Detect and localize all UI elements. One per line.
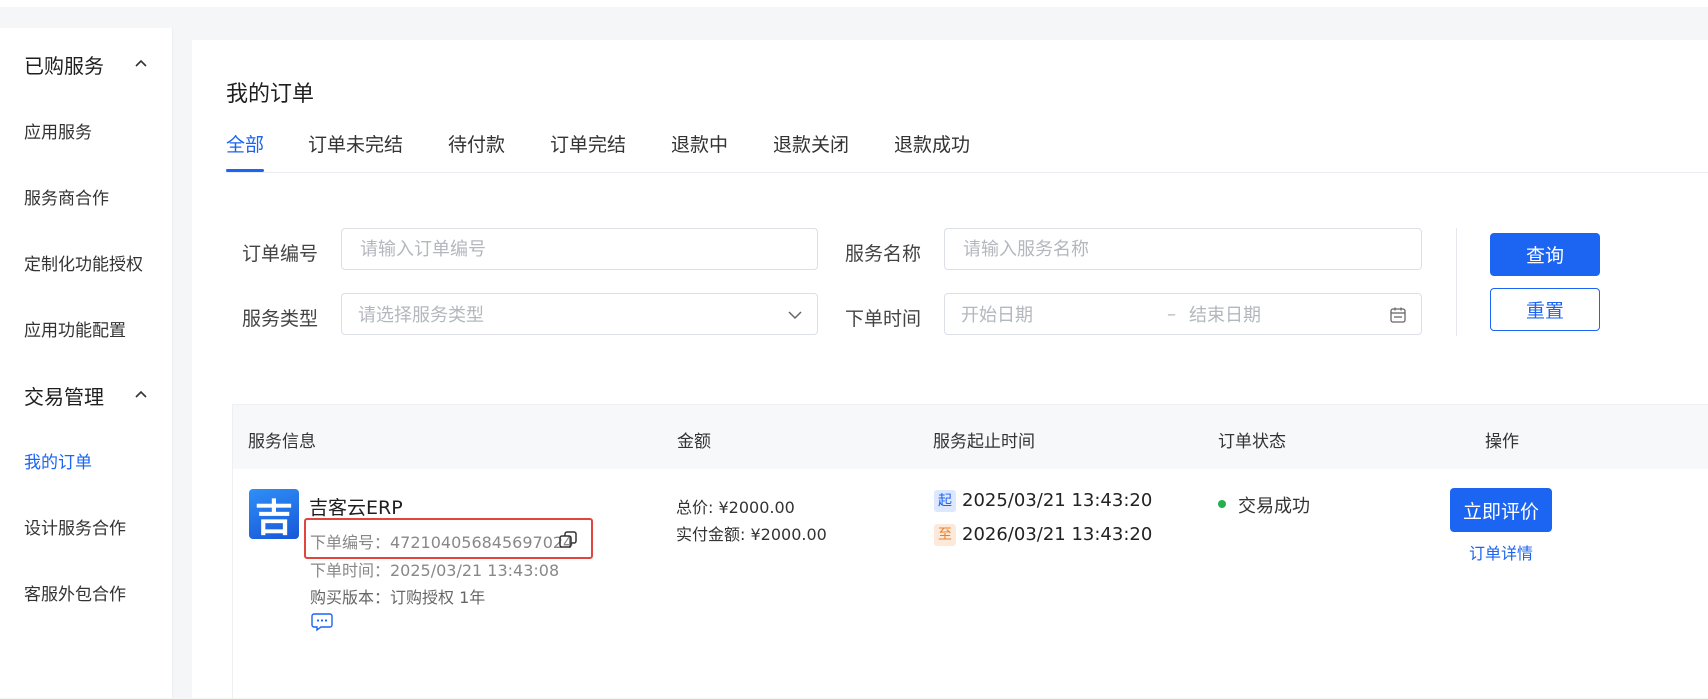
sidebar-item-my-orders[interactable]: 我的订单 (24, 448, 92, 473)
reset-button[interactable]: 重置 (1490, 288, 1600, 331)
page-title: 我的订单 (226, 82, 315, 107)
end-time: 2026/03/21 13:43:20 (962, 524, 1153, 545)
order-no-input[interactable] (358, 237, 776, 261)
chevron-down-icon (788, 311, 802, 320)
order-time: 下单时间：2025/03/21 13:43:08 (310, 561, 560, 580)
service-name[interactable]: 吉客云ERP (309, 493, 403, 520)
order-no-field (341, 228, 818, 270)
service-logo-glyph: 吉 (254, 495, 293, 540)
top-bar (0, 0, 1708, 7)
order-time-label: 下单时间 (845, 308, 922, 330)
service-type-select[interactable]: 请选择服务类型 (341, 293, 818, 335)
chevron-up-icon[interactable] (134, 56, 148, 70)
start-date-placeholder[interactable]: 开始日期 (961, 301, 1033, 327)
sidebar-item-cs-outsourcing[interactable]: 客服外包合作 (24, 580, 126, 605)
sidebar-group-trade[interactable]: 交易管理 (24, 381, 104, 410)
th-service-info: 服务信息 (248, 432, 316, 452)
table-header: 服务信息 金额 服务起止时间 订单状态 操作 (233, 405, 1708, 469)
date-separator: – (1167, 303, 1176, 325)
end-date-placeholder[interactable]: 结束日期 (1189, 301, 1261, 327)
status-badge: 交易成功 (1238, 496, 1310, 517)
filter-divider (1456, 228, 1457, 336)
chevron-up-icon[interactable] (134, 387, 148, 401)
service-type-placeholder: 请选择服务类型 (358, 305, 484, 326)
date-range-picker[interactable]: 开始日期 – 结束日期 (944, 293, 1422, 335)
tab-pending-payment[interactable]: 待付款 (448, 130, 505, 170)
chat-icon[interactable] (311, 612, 333, 632)
paid-amount: 实付金额: ¥2000.00 (676, 525, 827, 544)
sidebar-group-label: 交易管理 (24, 385, 104, 409)
tab-completed[interactable]: 订单完结 (550, 130, 626, 170)
sidebar-item-app-config[interactable]: 应用功能配置 (24, 316, 126, 341)
tab-refunding[interactable]: 退款中 (671, 130, 728, 170)
order-tabs: 全部 订单未完结 待付款 订单完结 退款中 退款关闭 退款成功 (226, 130, 1708, 173)
sidebar-item-provider-coop[interactable]: 服务商合作 (24, 184, 109, 209)
status-dot (1218, 500, 1226, 508)
start-time: 2025/03/21 13:43:20 (962, 490, 1153, 511)
review-button[interactable]: 立即评价 (1450, 488, 1552, 532)
tab-refund-success[interactable]: 退款成功 (894, 130, 970, 170)
th-actions: 操作 (1485, 432, 1519, 452)
purchase-version: 购买版本：订购授权 1年 (310, 588, 486, 607)
tab-all[interactable]: 全部 (226, 130, 265, 172)
sidebar-group-label: 已购服务 (24, 54, 104, 78)
service-start: 起 2025/03/21 13:43:20 (934, 490, 1152, 512)
order-detail-link[interactable]: 订单详情 (1469, 540, 1533, 564)
start-badge: 起 (934, 490, 956, 512)
service-type-label: 服务类型 (242, 308, 319, 330)
end-badge: 至 (934, 524, 956, 546)
sidebar-item-custom-license[interactable]: 定制化功能授权 (24, 250, 143, 275)
sidebar-item-app-service[interactable]: 应用服务 (24, 118, 92, 143)
th-amount: 金额 (677, 432, 711, 452)
service-name-input[interactable] (961, 237, 1379, 261)
total-price: 总价: ¥2000.00 (676, 498, 795, 517)
service-name-field (944, 228, 1422, 270)
query-button[interactable]: 查询 (1490, 233, 1600, 276)
service-end: 至 2026/03/21 13:43:20 (934, 524, 1152, 546)
service-logo: 吉 (249, 489, 299, 540)
tab-unfinished[interactable]: 订单未完结 (308, 130, 403, 170)
sidebar-item-design-coop[interactable]: 设计服务合作 (24, 514, 126, 539)
th-service-period: 服务起止时间 (933, 432, 1035, 452)
order-number-highlight (304, 518, 593, 559)
calendar-icon (1390, 307, 1406, 323)
sidebar-group-purchased[interactable]: 已购服务 (24, 50, 104, 79)
service-name-label: 服务名称 (845, 243, 922, 265)
tab-refund-closed[interactable]: 退款关闭 (773, 130, 849, 170)
sidebar: 已购服务 应用服务 服务商合作 定制化功能授权 应用功能配置 交易管理 我的订单… (0, 28, 173, 698)
order-no-label: 订单编号 (242, 243, 319, 265)
th-order-status: 订单状态 (1218, 432, 1286, 452)
